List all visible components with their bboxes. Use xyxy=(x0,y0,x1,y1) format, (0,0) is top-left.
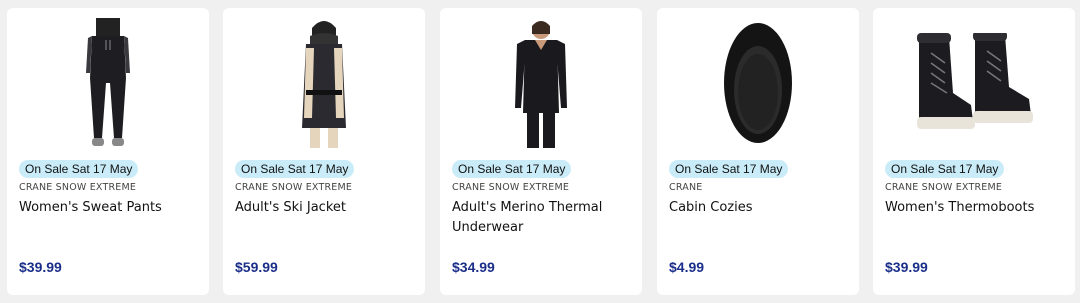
product-brand: CRANE SNOW EXTREME xyxy=(19,182,137,193)
product-card[interactable]: On Sale Sat 17 May CRANE SNOW EXTREME Ad… xyxy=(223,8,425,295)
ski-jacket-image[interactable] xyxy=(223,8,425,158)
product-title[interactable]: Women's Sweat Pants xyxy=(19,198,199,218)
product-price: $39.99 xyxy=(19,259,62,275)
product-title[interactable]: Adult's Ski Jacket xyxy=(235,198,415,218)
product-price: $4.99 xyxy=(669,259,705,275)
product-card[interactable]: On Sale Sat 17 May CRANE SNOW EXTREME Wo… xyxy=(873,8,1075,295)
sale-badge: On Sale Sat 17 May xyxy=(669,160,789,178)
sweat-pants-image[interactable] xyxy=(7,8,209,158)
product-price: $59.99 xyxy=(235,259,278,275)
product-card[interactable]: On Sale Sat 17 May CRANE SNOW EXTREME Ad… xyxy=(440,8,642,295)
sale-badge: On Sale Sat 17 May xyxy=(235,160,355,178)
sale-badge: On Sale Sat 17 May xyxy=(19,160,139,178)
product-row: On Sale Sat 17 May CRANE SNOW EXTREME Wo… xyxy=(0,0,1080,303)
sale-badge: On Sale Sat 17 May xyxy=(452,160,572,178)
product-brand: CRANE xyxy=(669,182,703,193)
thermoboots-image[interactable] xyxy=(873,8,1075,158)
product-title[interactable]: Cabin Cozies xyxy=(669,198,849,218)
product-brand: CRANE SNOW EXTREME xyxy=(452,182,570,193)
product-price: $39.99 xyxy=(885,259,928,275)
product-title[interactable]: Women's Thermoboots xyxy=(885,198,1065,218)
thermal-underwear-image[interactable] xyxy=(440,8,642,158)
sale-badge: On Sale Sat 17 May xyxy=(885,160,1005,178)
product-price: $34.99 xyxy=(452,259,495,275)
product-title[interactable]: Adult's Merino Thermal Underwear xyxy=(452,198,632,238)
product-brand: CRANE SNOW EXTREME xyxy=(885,182,1003,193)
product-card[interactable]: On Sale Sat 17 May CRANE SNOW EXTREME Wo… xyxy=(7,8,209,295)
product-brand: CRANE SNOW EXTREME xyxy=(235,182,353,193)
cabin-cozies-image[interactable] xyxy=(657,8,859,158)
product-card[interactable]: On Sale Sat 17 May CRANE Cabin Cozies $4… xyxy=(657,8,859,295)
